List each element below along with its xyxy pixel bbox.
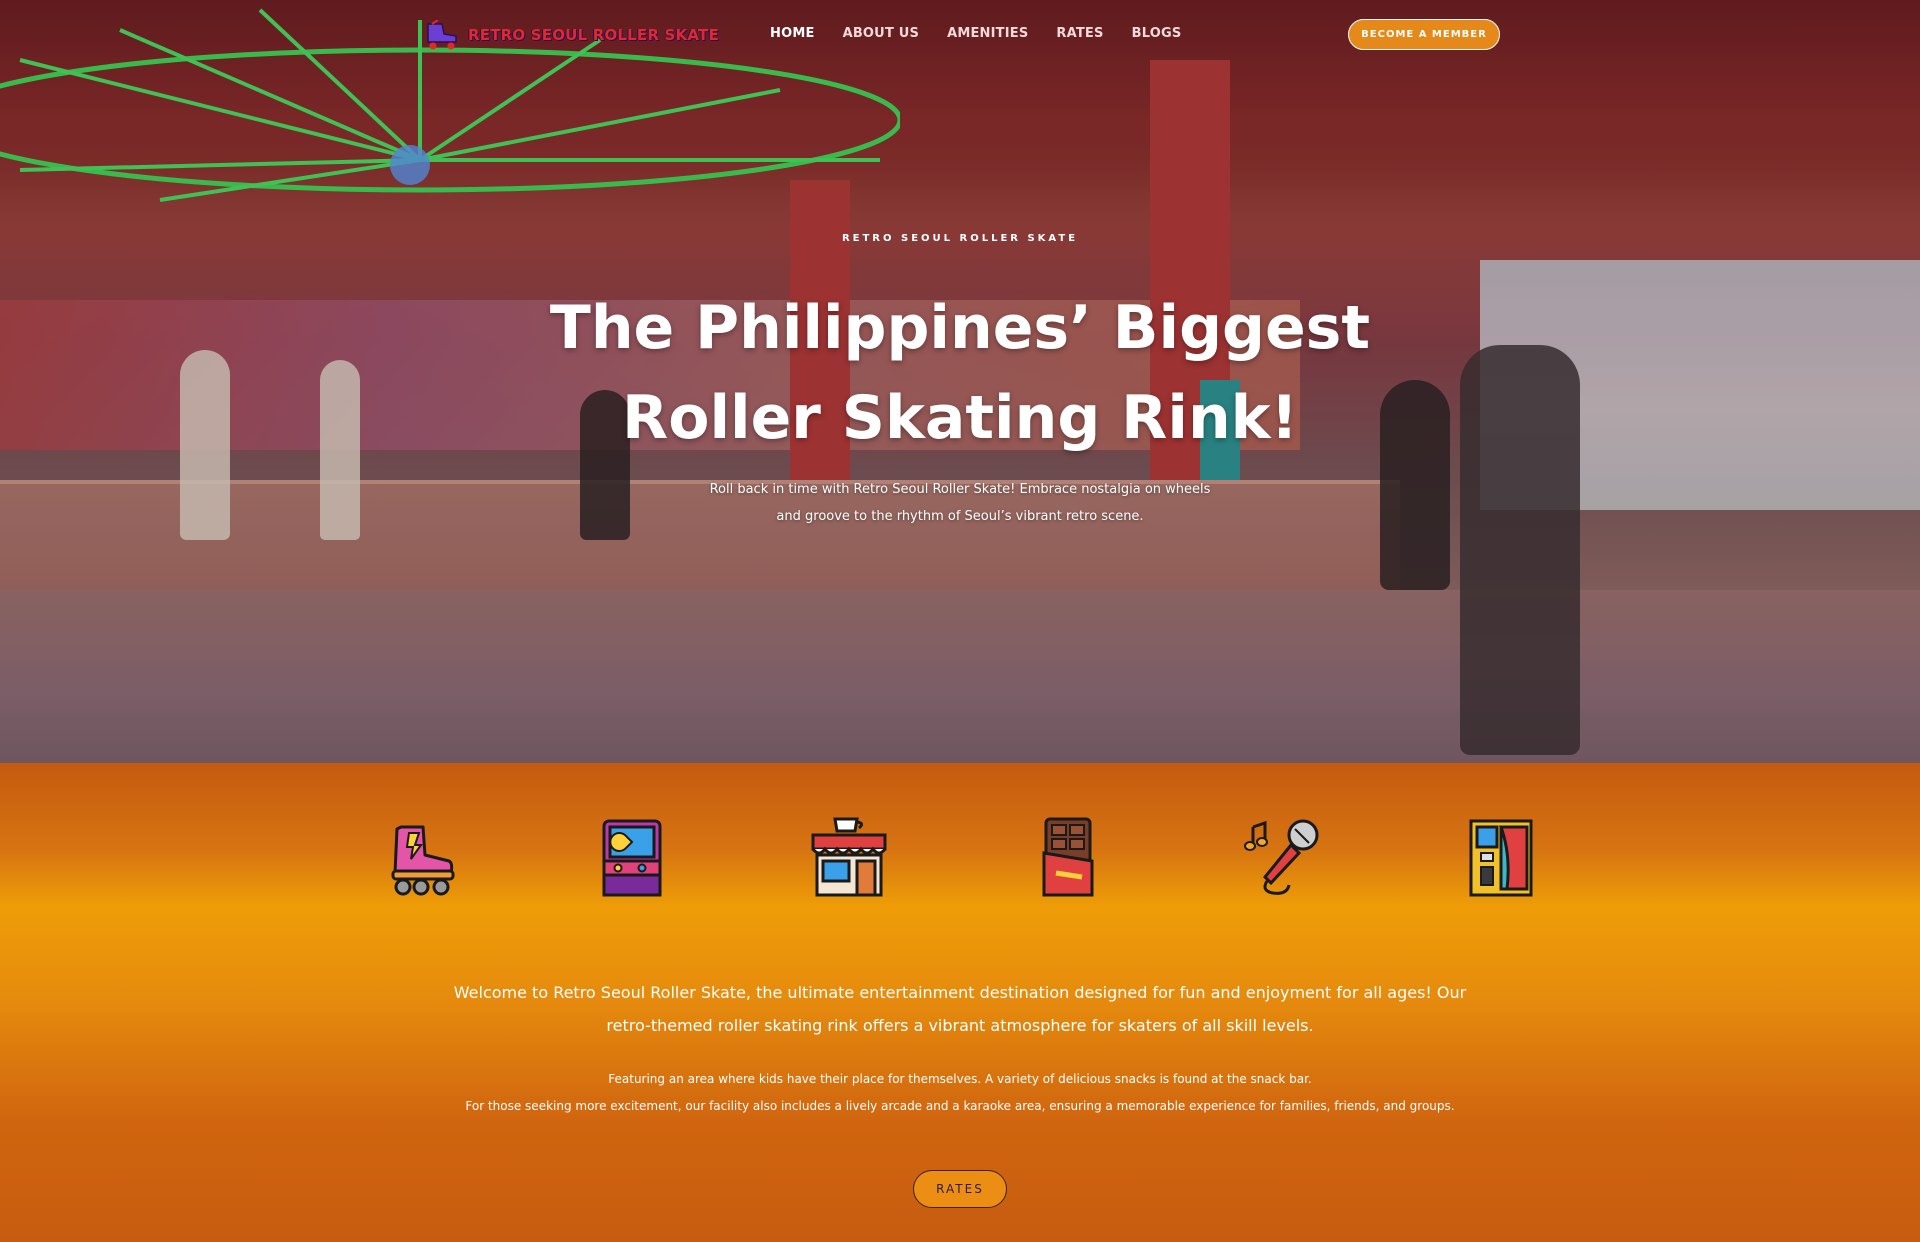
nav-home[interactable]: HOME [770, 26, 815, 41]
hero-subtitle-line: Roll back in time with Retro Seoul Rolle… [709, 482, 1211, 497]
brand-logo[interactable]: RETRO SEOUL ROLLER SKATE [422, 20, 719, 50]
welcome-text: Welcome to Retro Seoul Roller Skate, the… [453, 983, 1467, 1035]
nav-rates[interactable]: RATES [1056, 26, 1103, 41]
roller-skate-icon [391, 825, 455, 896]
hero-title-line: The Philippines’ Biggest [549, 293, 1371, 363]
detail-text: Featuring an area where kids have their … [380, 1066, 1540, 1120]
become-member-button[interactable]: BECOME A MEMBER [1348, 19, 1500, 50]
roller-skate-logo-icon [427, 20, 457, 50]
nav-about-us[interactable]: ABOUT US [843, 26, 920, 41]
arcade-machine-icon [602, 819, 662, 897]
nav-amenities[interactable]: AMENITIES [947, 26, 1028, 41]
hero-eyebrow: RETRO SEOUL ROLLER SKATE [841, 233, 1079, 244]
rates-button[interactable]: RATES [913, 1170, 1007, 1208]
snack-bar-icon [811, 817, 887, 897]
photo-booth-icon [1469, 819, 1533, 897]
hero-subtitle-line: and groove to the rhythm of Seoul’s vibr… [776, 509, 1144, 524]
detail-line: Featuring an area where kids have their … [608, 1072, 1312, 1086]
hero-title-line: Roller Skating Rink! [622, 383, 1298, 453]
hero-title: The Philippines’ Biggest Roller Skating … [460, 283, 1460, 463]
brand-name: RETRO SEOUL ROLLER SKATE [468, 26, 719, 44]
chocolate-bar-icon [1042, 817, 1094, 897]
karaoke-microphone-icon [1244, 819, 1319, 895]
hero-section: RETRO SEOUL ROLLER SKATE HOME ABOUT US A… [0, 0, 1920, 763]
detail-line: For those seeking more excitement, our f… [465, 1099, 1455, 1113]
main-nav: HOME ABOUT US AMENITIES RATES BLOGS [770, 26, 1181, 41]
nav-blogs[interactable]: BLOGS [1132, 26, 1182, 41]
hero-subtitle: Roll back in time with Retro Seoul Rolle… [660, 476, 1260, 530]
